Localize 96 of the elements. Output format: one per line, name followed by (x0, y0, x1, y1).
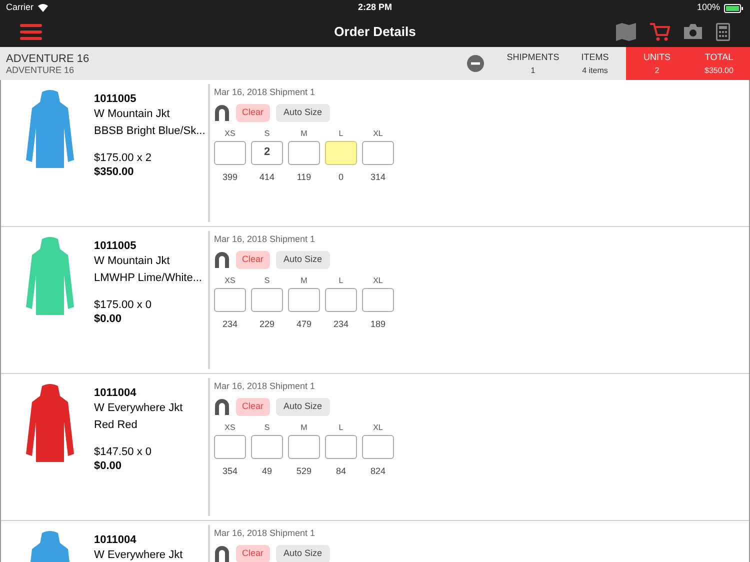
size-label: L (338, 422, 344, 434)
line-total: $0.00 (94, 313, 123, 325)
cart-icon[interactable] (650, 22, 670, 40)
quantity-field[interactable] (288, 140, 320, 164)
stock-count: 399 (222, 170, 238, 184)
customer-subtitle: ADVENTURE 16 (6, 64, 76, 74)
quantity-field[interactable] (362, 140, 394, 164)
size-label: S (264, 274, 270, 286)
quantity-field[interactable] (214, 288, 246, 312)
size-label: L (338, 274, 344, 286)
auto-size-button[interactable]: Auto Size (276, 250, 330, 268)
product-color: LMWHP Lime/White... (94, 271, 202, 286)
stat-label: TOTAL (704, 52, 734, 62)
quantity-field[interactable] (214, 140, 246, 164)
stock-count: 314 (370, 170, 386, 184)
stock-count: 229 (259, 318, 275, 330)
line-total: $0.00 (94, 460, 123, 472)
battery-percent: 100% (696, 1, 720, 14)
shipment-label: Mar 16, 2018 Shipment 1 (214, 527, 316, 540)
product-name: W Mountain Jkt (94, 254, 171, 269)
size-label: M (300, 128, 308, 140)
size-label: XL (373, 422, 383, 434)
stock-count: 354 (222, 464, 238, 478)
stock-count: 84 (336, 464, 346, 478)
stock-count: 49 (262, 464, 272, 478)
line-total: $350.00 (94, 166, 135, 178)
quantity-field[interactable] (325, 288, 357, 312)
product-name: W Everywhere Jkt (94, 401, 183, 416)
size-label: M (300, 274, 308, 286)
quantity-field[interactable] (251, 434, 283, 458)
nav-title: Order Details (334, 22, 416, 41)
stat-label: SHIPMENTS (506, 52, 560, 62)
stock-count: 234 (222, 318, 238, 330)
shipment-label: Mar 16, 2018 Shipment 1 (214, 380, 316, 393)
unit-price: $175.00 x 2 (94, 151, 152, 166)
size-label: XS (224, 422, 236, 434)
size-label: XL (373, 128, 383, 140)
product-name: W Everywhere Jkt (94, 548, 183, 562)
auto-size-button[interactable]: Auto Size (276, 104, 330, 122)
quantity-field[interactable] (251, 288, 283, 312)
shipment-label: Mar 16, 2018 Shipment 1 (214, 233, 316, 246)
auto-size-button[interactable]: Auto Size (276, 398, 330, 416)
unit-price: $175.00 x 0 (94, 298, 152, 313)
size-label: M (300, 422, 308, 434)
shipment-label: Mar 16, 2018 Shipment 1 (214, 86, 316, 99)
product-sku: 1011004 (94, 533, 138, 548)
size-label: S (264, 128, 270, 140)
stock-count: 479 (296, 318, 312, 330)
product-color: Red Red (94, 418, 138, 433)
stat-value: 2 (654, 66, 660, 75)
stock-count: 529 (296, 464, 312, 478)
stat-label: ITEMS (581, 52, 609, 62)
product-sku: 1011004 (94, 386, 138, 401)
wifi-icon (38, 4, 48, 12)
battery-icon (724, 4, 744, 12)
carrier-label: Carrier (6, 1, 34, 14)
unit-price: $147.50 x 0 (94, 445, 152, 460)
stock-count: 189 (370, 318, 386, 330)
product-sku: 1011005 (94, 92, 138, 107)
stat-value: $350.00 (704, 66, 734, 75)
product-color: BBSB Bright Blue/Sk... (94, 124, 206, 139)
stock-count: 119 (296, 170, 312, 184)
menu-icon[interactable] (20, 24, 42, 40)
quantity-field[interactable] (288, 288, 320, 312)
size-label: XS (224, 128, 236, 140)
quantity-field[interactable] (325, 434, 357, 458)
quantity-field[interactable]: 2 (251, 140, 283, 164)
stat-value: 4 items (582, 66, 608, 75)
quantity-field[interactable] (325, 140, 357, 164)
remove-icon[interactable] (467, 55, 484, 72)
map-icon[interactable] (616, 22, 636, 40)
size-label: S (264, 422, 270, 434)
stat-label: UNITS (644, 52, 670, 62)
status-time: 2:28 PM (358, 1, 392, 14)
magnet-icon[interactable] (214, 250, 230, 268)
quantity-field[interactable] (214, 434, 246, 458)
camera-icon[interactable] (684, 24, 702, 39)
quantity-field[interactable] (362, 288, 394, 312)
product-sku: 1011005 (94, 239, 138, 254)
calculator-icon[interactable] (716, 22, 730, 40)
magnet-icon[interactable] (214, 544, 230, 562)
customer-name: ADVENTURE 16 (6, 52, 90, 64)
size-label: L (338, 128, 344, 140)
quantity-field[interactable] (288, 434, 320, 458)
stock-count: 414 (259, 170, 275, 184)
stock-count: 0 (338, 170, 344, 184)
quantity-field[interactable] (362, 434, 394, 458)
size-label: XS (224, 274, 236, 286)
magnet-icon[interactable] (214, 398, 230, 416)
magnet-icon[interactable] (214, 104, 230, 122)
auto-size-button[interactable]: Auto Size (276, 544, 330, 562)
stat-value: 1 (530, 66, 536, 75)
product-name: W Mountain Jkt (94, 107, 171, 122)
size-label: XL (373, 274, 383, 286)
stock-count: 234 (333, 318, 349, 330)
stock-count: 824 (370, 464, 386, 478)
